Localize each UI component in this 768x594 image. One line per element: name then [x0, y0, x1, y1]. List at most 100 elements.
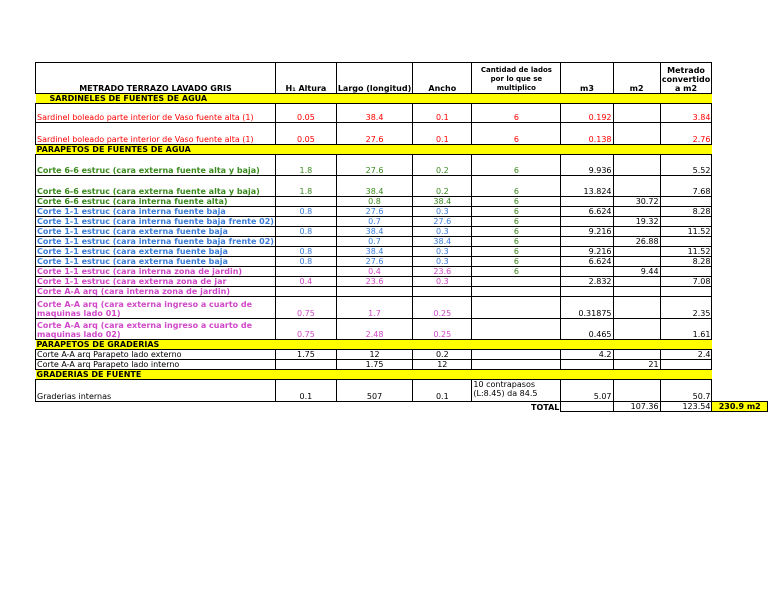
cell-m2: [612, 286, 661, 297]
cell-ancho: 27.6: [412, 216, 473, 227]
cell-convertido: 8.28: [659, 206, 713, 217]
cell-m3: 2.832: [560, 276, 614, 287]
cell-m3: 9.216: [560, 246, 614, 257]
cell-m3: [560, 286, 614, 297]
row-description: Corte A-A arq (cara externa ingreso a cu…: [35, 296, 276, 319]
cell-ancho: 0.2: [412, 154, 473, 176]
table-row: Corte 1-1 estruc (cara interna zona de j…: [35, 266, 768, 277]
grand-total-badge: 230.9 m2: [711, 401, 768, 412]
table-row: Corte A-A arq (cara interna zona de jard…: [35, 286, 768, 297]
cell-largo: 27.6: [335, 256, 414, 267]
row-description: Corte 6-6 estruc (cara externa fuente al…: [35, 175, 276, 197]
row-description: Corte A-A arq (cara externa ingreso a cu…: [35, 318, 276, 340]
cell-ancho: 0.3: [412, 246, 473, 257]
cell-convertido: 50.7: [659, 379, 713, 402]
cell-m3: [560, 359, 614, 370]
section-title: GRADERIAS DE FUENTE: [35, 369, 712, 380]
cell-m3: 9.216: [560, 226, 614, 237]
cell-lados: [471, 359, 562, 370]
table-row: Corte A-A arq (cara externa ingreso a cu…: [35, 318, 768, 340]
table-row: Corte 1-1 estruc (cara externa fuente ba…: [35, 226, 768, 237]
cell-ancho: 0.1: [412, 379, 473, 402]
cell-m2: [612, 175, 661, 197]
table-row: Corte 6-6 estruc (cara interna fuente al…: [35, 196, 768, 207]
row-description: Corte 1-1 estruc (cara interna fuente ba…: [35, 216, 276, 227]
table-row: Corte A-A arq (cara externa ingreso a cu…: [35, 296, 768, 319]
section-parapetos-fuentes: PARAPETOS DE FUENTES DE AGUA: [35, 144, 768, 155]
cell-ancho: 12: [412, 359, 473, 370]
table-row: Corte 6-6 estruc (cara externa fuente al…: [35, 175, 768, 197]
cell-altura: 1.8: [274, 154, 337, 176]
row-description: Sardinel boleado parte interior de Vaso …: [35, 122, 276, 145]
cell-m2: [612, 122, 661, 145]
row-description: Corte 6-6 estruc (cara externa fuente al…: [35, 154, 276, 176]
header-description: METRADO TERRAZO LAVADO GRIS: [35, 62, 276, 94]
cell-ancho: 38.4: [412, 196, 473, 207]
cell-convertido: [659, 359, 713, 370]
cell-ancho: [412, 286, 473, 297]
cell-ancho: 0.25: [412, 296, 473, 319]
cell-convertido: 2.76: [659, 122, 713, 145]
total-row: TOTAL 107.36 123.54 230.9 m2: [36, 401, 768, 412]
cell-m2: 26.88: [612, 236, 661, 247]
header-m3: m3: [560, 62, 614, 94]
cell-altura: 0.8: [274, 246, 337, 257]
cell-altura: 0.05: [274, 122, 337, 145]
cell-largo: 507: [335, 379, 414, 402]
table-row: Corte 1-1 estruc (cara interna fuente ba…: [35, 236, 768, 247]
cell-altura: 0.8: [274, 206, 337, 217]
cell-m2: 30.72: [612, 196, 661, 207]
cell-ancho: 0.3: [412, 226, 473, 237]
cell-ancho: 0.3: [412, 256, 473, 267]
cell-lados: 6: [471, 266, 562, 277]
cell-lados: 6: [471, 196, 562, 207]
cell-largo: 38.4: [335, 175, 414, 197]
section-graderias-fuente: GRADERIAS DE FUENTE: [35, 369, 768, 380]
cell-m3: 6.624: [560, 206, 614, 217]
cell-convertido: 5.52: [659, 154, 713, 176]
cell-convertido: 2.4: [659, 349, 713, 360]
cell-lados: 6: [471, 216, 562, 227]
cell-m3: 4.2: [560, 349, 614, 360]
cell-altura: 0.8: [274, 226, 337, 237]
cell-lados: 6: [471, 154, 562, 176]
cell-m2: [612, 379, 661, 402]
cell-m2: [612, 154, 661, 176]
header-cantidad-lados: Cantidad de lados por lo que se multipli…: [471, 62, 562, 94]
cell-ancho: 0.2: [412, 349, 473, 360]
cell-ancho: 0.25: [412, 318, 473, 340]
metrado-table: METRADO TERRAZO LAVADO GRIS H₁ Altura La…: [35, 62, 768, 412]
table-row: Corte A-A arq Parapeto lado externo 1.75…: [35, 349, 768, 360]
row-description: Corte 1-1 estruc (cara interna fuente ba…: [35, 236, 276, 247]
spreadsheet-page: { "headers": ["METRADO TERRAZO LAVADO GR…: [0, 0, 768, 594]
row-description: Corte 1-1 estruc (cara externa fuente ba…: [35, 256, 276, 267]
section-parapetos-graderias: PARAPETOS DE GRADERIAS: [35, 339, 768, 350]
cell-lados: 6: [471, 175, 562, 197]
cell-largo: 0.7: [335, 236, 414, 247]
row-description: Corte 1-1 estruc (cara interna zona de j…: [35, 266, 276, 277]
cell-convertido: [659, 196, 713, 207]
cell-m3: [560, 216, 614, 227]
table-row: Corte 1-1 estruc (cara interna fuente ba…: [35, 216, 768, 227]
cell-largo: 23.6: [335, 276, 414, 287]
cell-largo: 0.7: [335, 216, 414, 227]
cell-m2: [612, 256, 661, 267]
table-row: Sardinel boleado parte interior de Vaso …: [35, 103, 768, 123]
cell-lados: 10 contrapasos (L:8.45) da 84.5: [471, 379, 562, 402]
cell-lados: 6: [471, 256, 562, 267]
table-row: Sardinel boleado parte interior de Vaso …: [35, 122, 768, 145]
cell-lados: [471, 286, 562, 297]
row-description: Corte 6-6 estruc (cara interna fuente al…: [35, 196, 276, 207]
cell-m2: 9.44: [612, 266, 661, 277]
cell-altura: [274, 266, 337, 277]
header-row: METRADO TERRAZO LAVADO GRIS H₁ Altura La…: [35, 62, 768, 94]
cell-altura: 0.1: [274, 379, 337, 402]
cell-m3: [560, 236, 614, 247]
cell-largo: 1.7: [335, 296, 414, 319]
cell-altura: 0.75: [274, 296, 337, 319]
cell-largo: 27.6: [335, 206, 414, 217]
cell-m3: 0.31875: [560, 296, 614, 319]
cell-m3: [560, 196, 614, 207]
table-row: Corte A-A arq Parapeto lado interno 1.75…: [35, 359, 768, 370]
cell-altura: [274, 196, 337, 207]
